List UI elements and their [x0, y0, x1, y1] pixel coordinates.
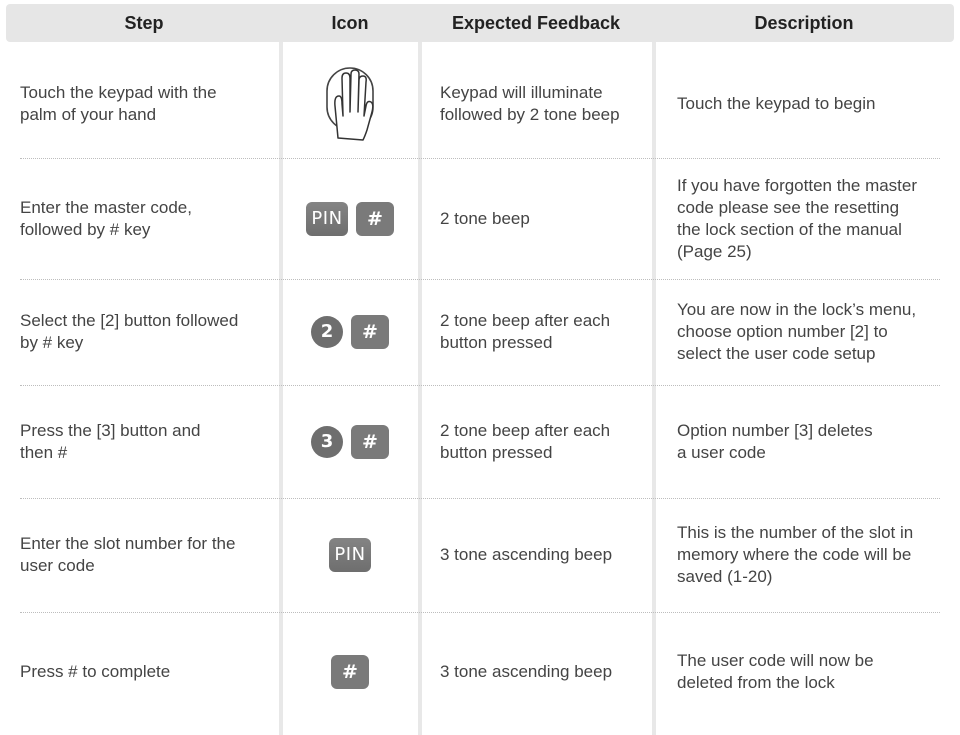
table-row: Touch the keypad with the palm of your ha…: [0, 50, 960, 158]
step-cell: Select the [2] button followed by # key: [20, 311, 239, 352]
table-row: Enter the master code, followed by # key …: [0, 158, 960, 279]
table-row: Enter the slot number for the user code P…: [0, 498, 960, 612]
palm-hand-icon: [326, 67, 374, 141]
feedback-cell: 3 tone ascending beep: [440, 545, 613, 564]
icon-cell: [282, 50, 418, 158]
step-cell: Press # to complete: [20, 662, 171, 681]
hash-key-icon: #: [351, 424, 389, 459]
table-row: Press the [3] button and then # 3 # 2 ton…: [0, 385, 960, 498]
step-cell: Enter the slot number for the user code: [20, 534, 236, 575]
description-cell: This is the number of the slot in memory …: [677, 523, 914, 586]
header-description: Description: [754, 13, 854, 33]
description-cell: Option number [3] deletes a user code: [677, 420, 873, 462]
header-step: Step: [124, 13, 164, 33]
hash-key-icon: #: [356, 201, 394, 236]
description-cell: You are now in the lock’s menu, choose op…: [677, 300, 917, 363]
hash-key-icon: #: [351, 315, 389, 349]
step-cell: Touch the keypad with the palm of your ha…: [20, 83, 217, 124]
description-cell: Touch the keypad to begin: [677, 94, 876, 113]
step-cell: Enter the master code, followed by # key: [20, 197, 192, 239]
icon-cell: PIN: [282, 498, 418, 612]
feedback-cell: 3 tone ascending beep: [440, 662, 613, 681]
table-row: Press # to complete # 3 tone ascending b…: [0, 612, 960, 732]
digit-2-key-icon: 2: [311, 316, 343, 348]
feedback-cell: 2 tone beep: [440, 208, 530, 228]
feedback-cell: Keypad will illuminate followed by 2 tone…: [440, 83, 620, 124]
header-feedback: Expected Feedback: [451, 13, 621, 33]
pin-key-icon: PIN: [329, 538, 371, 572]
description-cell: The user code will now be deleted from th…: [677, 651, 874, 692]
hash-key-icon: #: [331, 655, 369, 689]
feedback-cell: 2 tone beep after each button pressed: [440, 311, 611, 352]
icon-cell: PIN #: [282, 158, 418, 279]
step-cell: Press the [3] button and then #: [20, 420, 201, 462]
header-icon: Icon: [331, 13, 369, 33]
table-header: Step Icon Expected Feedback Description: [6, 4, 954, 42]
digit-3-key-icon: 3: [311, 425, 343, 458]
icon-cell: #: [282, 612, 418, 732]
icon-cell: 3 #: [282, 385, 418, 498]
icon-cell: 2 #: [282, 279, 418, 385]
pin-key-icon: PIN: [306, 201, 348, 236]
table-row: Select the [2] button followed by # key 2…: [0, 279, 960, 385]
description-cell: If you have forgotten the master code ple…: [677, 175, 918, 261]
feedback-cell: 2 tone beep after each button pressed: [440, 420, 611, 462]
